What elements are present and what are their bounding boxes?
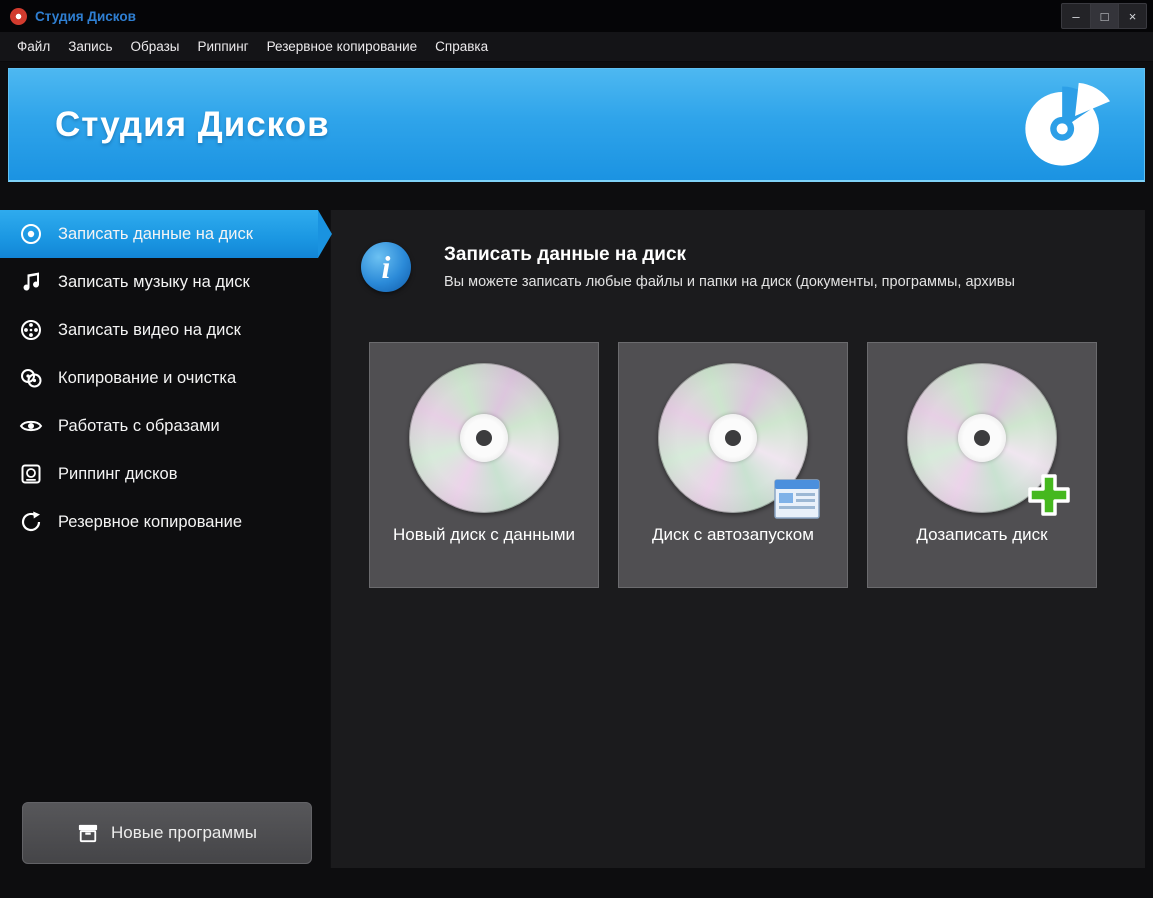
card-autorun-disc[interactable]: Диск с автозапуском <box>618 342 848 588</box>
copy-discs-icon <box>18 365 44 391</box>
app-icon <box>10 7 27 25</box>
sidebar-item-label: Риппинг дисков <box>58 464 178 483</box>
eye-icon <box>18 413 44 439</box>
sidebar-item-label: Записать видео на диск <box>58 320 241 339</box>
sidebar-item-label: Резервное копирование <box>58 512 242 531</box>
sidebar: Записать данные на диск Записать музыку … <box>0 210 332 868</box>
menu-help[interactable]: Справка <box>426 34 497 59</box>
sidebar-item-burn-music[interactable]: Записать музыку на диск <box>0 258 318 306</box>
sidebar-item-label: Копирование и очистка <box>58 368 237 387</box>
music-note-icon <box>18 269 44 295</box>
green-plus-icon <box>1028 474 1070 516</box>
window-controls: – □ × <box>1061 3 1147 29</box>
info-row: i Записать данные на диск Вы можете запи… <box>331 210 1145 292</box>
window-title: Студия Дисков <box>35 8 136 24</box>
autorun-window-icon <box>774 479 820 519</box>
card-append-disc[interactable]: Дозаписать диск <box>867 342 1097 588</box>
menu-file[interactable]: Файл <box>8 34 59 59</box>
info-text: Записать данные на диск Вы можете записа… <box>444 240 1015 292</box>
main-panel: i Записать данные на диск Вы можете запи… <box>330 210 1145 868</box>
info-icon: i <box>361 242 411 292</box>
header-banner: Студия Дисков <box>8 68 1145 182</box>
cd-disc-image <box>658 363 820 519</box>
disc-drive-icon <box>18 461 44 487</box>
sidebar-item-burn-data[interactable]: Записать данные на диск <box>0 210 332 258</box>
app-title: Студия Дисков <box>55 104 330 144</box>
disc-record-icon <box>18 221 44 247</box>
card-new-data-disc[interactable]: Новый диск с данными <box>369 342 599 588</box>
sidebar-item-backup[interactable]: Резервное копирование <box>0 498 318 546</box>
action-cards: Новый диск с данными Диск с автозапуском <box>369 342 1145 588</box>
content-region: Записать данные на диск Записать музыку … <box>0 210 1145 868</box>
menu-backup[interactable]: Резервное копирование <box>258 34 427 59</box>
sidebar-item-copy-erase[interactable]: Копирование и очистка <box>0 354 318 402</box>
cd-disc-image <box>409 363 559 513</box>
card-label: Дозаписать диск <box>916 525 1048 544</box>
backup-arrows-icon <box>18 509 44 535</box>
title-bar: Студия Дисков – □ × <box>0 0 1153 32</box>
sidebar-item-label: Записать данные на диск <box>58 224 253 243</box>
page-title: Записать данные на диск <box>444 244 687 265</box>
sidebar-item-disc-images[interactable]: Работать с образами <box>0 402 318 450</box>
menu-images[interactable]: Образы <box>122 34 189 59</box>
new-programs-label: Новые программы <box>111 823 257 842</box>
sidebar-item-burn-video[interactable]: Записать видео на диск <box>0 306 318 354</box>
close-button[interactable]: × <box>1118 4 1146 28</box>
box-icon <box>78 824 98 843</box>
menu-bar: Файл Запись Образы Риппинг Резервное коп… <box>0 32 1153 62</box>
minimize-button[interactable]: – <box>1062 4 1090 28</box>
menu-burn[interactable]: Запись <box>59 34 121 59</box>
maximize-button[interactable]: □ <box>1090 4 1118 28</box>
new-programs-button[interactable]: Новые программы <box>22 802 312 864</box>
page-description: Вы можете записать любые файлы и папки н… <box>444 274 1015 290</box>
sidebar-item-label: Работать с образами <box>58 416 220 435</box>
cd-logo-icon <box>1025 82 1110 166</box>
sidebar-item-label: Записать музыку на диск <box>58 272 250 291</box>
card-label: Диск с автозапуском <box>652 525 814 544</box>
film-reel-icon <box>18 317 44 343</box>
card-label: Новый диск с данными <box>392 525 576 544</box>
menu-ripping[interactable]: Риппинг <box>189 34 258 59</box>
sidebar-item-disc-ripping[interactable]: Риппинг дисков <box>0 450 318 498</box>
cd-disc-image <box>907 363 1070 516</box>
